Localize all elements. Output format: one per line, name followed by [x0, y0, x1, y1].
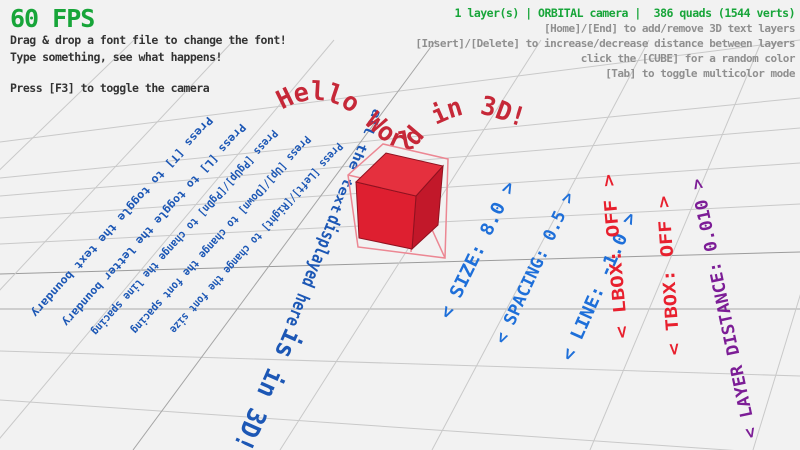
- indicator-line: < LINE: -1.0 >: [557, 209, 641, 364]
- instruction-camera-toggle: Press [F3] to toggle the camera: [10, 80, 286, 97]
- instruction-type: Type something, see what happens!: [10, 49, 286, 66]
- floor-indicators: < SIZE: 8.0 > < SPACING: 0.5 > < LINE: -…: [436, 173, 762, 440]
- hint-cube-color: click the [CUBE] for a random color: [415, 51, 795, 66]
- hint-layer-distance: [Insert]/[Delete] to increase/decrease d…: [415, 36, 795, 51]
- indicator-size: < SIZE: 8.0 >: [436, 178, 521, 322]
- indicator-layer-distance: < LAYER DISTANCE: 0.010 >: [687, 177, 762, 440]
- floor-title-near: is in 3D!: [227, 324, 307, 450]
- fps-counter: 60 FPS: [10, 6, 286, 32]
- instruction-drag-drop: Drag & drop a font file to change the fo…: [10, 32, 286, 49]
- help-text-font-spacing: Press [Up]/[Down] to change the font spa…: [128, 133, 313, 336]
- hud-left: 60 FPS Drag & drop a font file to change…: [10, 6, 286, 97]
- status-line: 1 layer(s) | ORBITAL camera | 386 quads …: [415, 6, 795, 21]
- hint-layers: [Home]/[End] to add/remove 3D text layer…: [415, 21, 795, 36]
- help-text-lbox: Press [L] to toggle the letter boundary: [59, 121, 248, 329]
- help-text-tbox: Press [T] to toggle the text boundary: [28, 114, 215, 320]
- hud-right: 1 layer(s) | ORBITAL camera | 386 quads …: [415, 6, 795, 81]
- indicator-tbox: < TBOX: OFF >: [654, 195, 685, 356]
- hint-multicolor: [Tab] to toggle multicolor mode: [415, 66, 795, 81]
- cube[interactable]: [348, 144, 448, 258]
